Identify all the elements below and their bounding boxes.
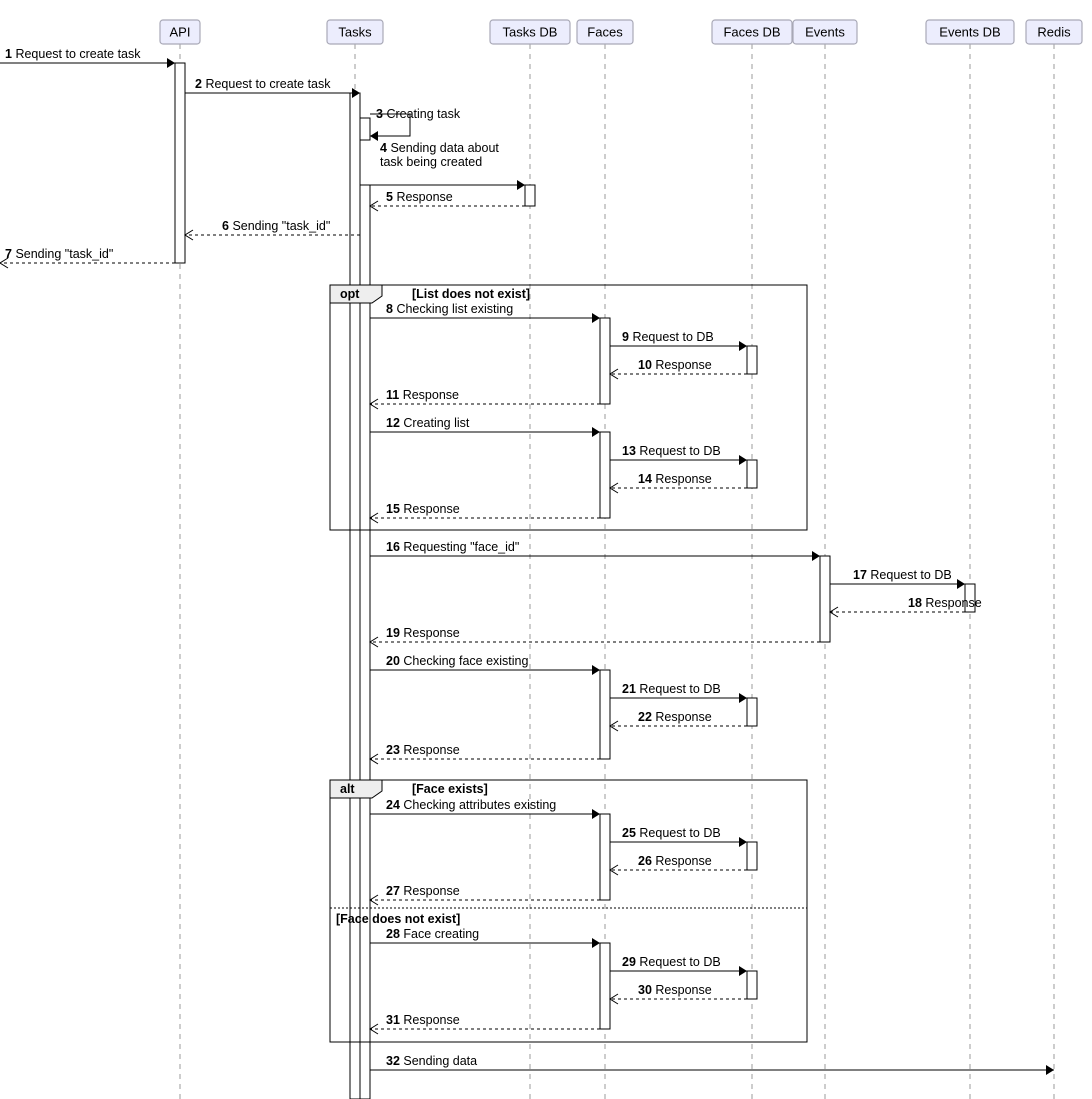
message-label-9: 9 Request to DB	[622, 330, 714, 344]
activation-api_act	[175, 63, 185, 263]
participant-label-facesdb: Faces DB	[723, 24, 780, 39]
frame-tag-alt	[330, 780, 382, 798]
message-label-30: 30 Response	[638, 983, 712, 997]
message-label-25: 25 Request to DB	[622, 826, 721, 840]
message-label-18: 18 Response	[908, 596, 982, 610]
frame-opt	[330, 285, 807, 530]
message-label-32: 32 Sending data	[386, 1054, 477, 1068]
message-label-2: 2 Request to create task	[195, 77, 331, 91]
message-label-12: 12 Creating list	[386, 416, 470, 430]
message-label-3: 3 Creating task	[376, 107, 461, 121]
frame-alt	[330, 780, 807, 1042]
activation-faces_a20	[600, 670, 610, 759]
message-label-19: 19 Response	[386, 626, 460, 640]
message-label-7: 7 Sending "task_id"	[5, 247, 113, 261]
activation-tasksdb_a	[525, 185, 535, 206]
frame-tag-label-opt: opt	[340, 287, 360, 301]
message-label-21: 21 Request to DB	[622, 682, 721, 696]
message-label-4: 4 Sending data abouttask being created	[380, 141, 499, 169]
activation-faces_a12	[600, 432, 610, 518]
participant-label-redis: Redis	[1037, 24, 1071, 39]
activation-faces_a28	[600, 943, 610, 1029]
message-label-13: 13 Request to DB	[622, 444, 721, 458]
participant-label-faces: Faces	[587, 24, 623, 39]
message-label-28: 28 Face creating	[386, 927, 479, 941]
frame-alt-guard: [Face does not exist]	[336, 912, 460, 926]
message-label-6: 6 Sending "task_id"	[222, 219, 330, 233]
message-label-11: 11 Response	[386, 388, 459, 402]
message-label-23: 23 Response	[386, 743, 460, 757]
message-label-31: 31 Response	[386, 1013, 460, 1027]
activation-facesdb_a29	[747, 971, 757, 999]
message-label-29: 29 Request to DB	[622, 955, 721, 969]
activation-facesdb_a9	[747, 346, 757, 374]
message-label-5: 5 Response	[386, 190, 453, 204]
participant-label-eventsdb: Events DB	[939, 24, 1000, 39]
message-label-17: 17 Request to DB	[853, 568, 952, 582]
participant-label-tasksdb: Tasks DB	[503, 24, 558, 39]
message-label-20: 20 Checking face existing	[386, 654, 529, 668]
activation-tasks_act2b	[360, 185, 370, 1099]
message-label-1: 1 Request to create task	[5, 47, 141, 61]
message-label-10: 10 Response	[638, 358, 712, 372]
message-label-15: 15 Response	[386, 502, 460, 516]
message-label-14: 14 Response	[638, 472, 712, 486]
message-label-8: 8 Checking list existing	[386, 302, 513, 316]
activation-faces_a8	[600, 318, 610, 404]
participant-label-tasks: Tasks	[338, 24, 372, 39]
message-label-22: 22 Response	[638, 710, 712, 724]
activation-tasks_act	[350, 93, 360, 1099]
frame-guard-opt: [List does not exist]	[412, 287, 530, 301]
activation-facesdb_a13	[747, 460, 757, 488]
activation-tasks_act2a	[360, 118, 370, 140]
participant-label-api: API	[170, 24, 191, 39]
message-label-27: 27 Response	[386, 884, 460, 898]
message-label-16: 16 Requesting "face_id"	[386, 540, 519, 554]
frame-tag-label-alt: alt	[340, 782, 355, 796]
activation-facesdb_a21	[747, 698, 757, 726]
activation-facesdb_a25	[747, 842, 757, 870]
participant-label-events: Events	[805, 24, 845, 39]
activation-events_a16	[820, 556, 830, 642]
message-label-26: 26 Response	[638, 854, 712, 868]
frame-guard-alt: [Face exists]	[412, 782, 488, 796]
activation-faces_a24	[600, 814, 610, 900]
message-label-24: 24 Checking attributes existing	[386, 798, 556, 812]
